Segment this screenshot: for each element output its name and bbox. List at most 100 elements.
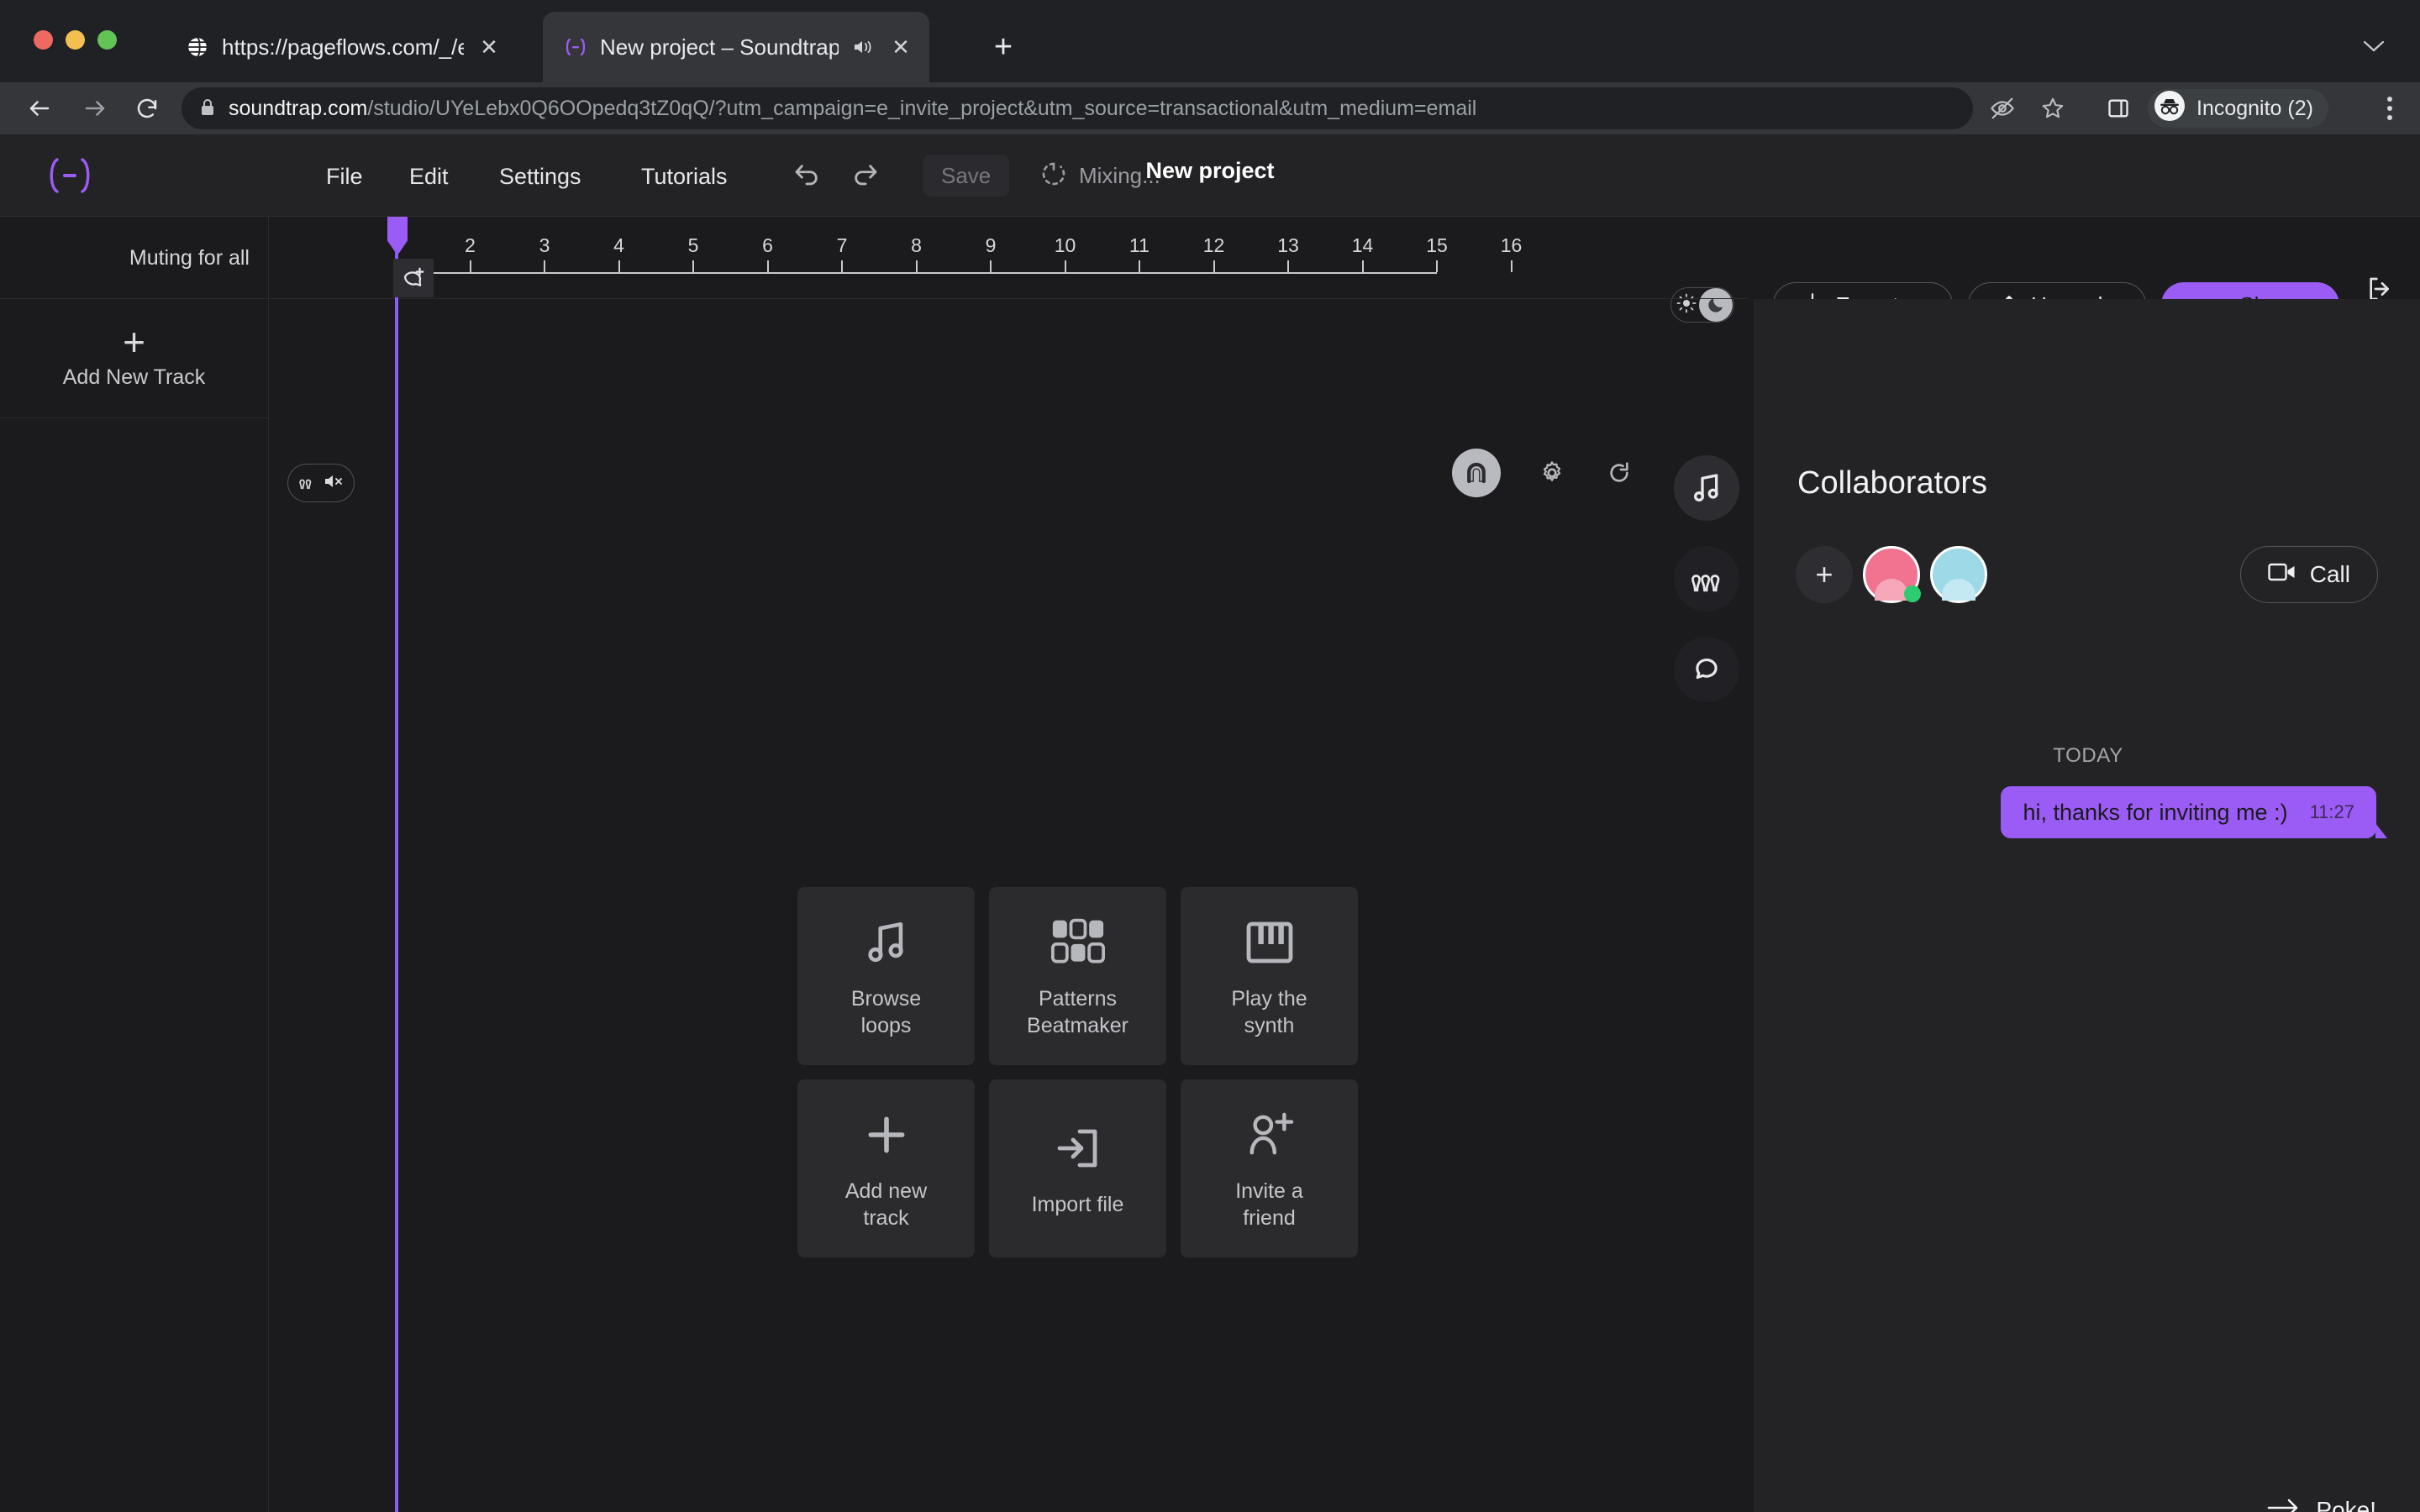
tile-browse-loops[interactable]: Browse loops	[797, 887, 975, 1065]
url-host: soundtrap.com	[229, 96, 368, 120]
maximize-window-button[interactable]	[97, 30, 117, 50]
ruler-number: 8	[911, 234, 922, 256]
tab-strip: https://pageflows.com/_/emails ✕ New pro…	[0, 0, 2420, 82]
tile-label: Patterns Beatmaker	[1027, 986, 1128, 1038]
mixing-label: Mixing...	[1079, 162, 1160, 188]
add-collaborator-button[interactable]: +	[1796, 546, 1853, 603]
add-new-track-label: Add New Track	[62, 365, 206, 389]
avatar-head	[1949, 555, 1969, 575]
muting-for-all-label: Muting for all	[0, 217, 269, 299]
ruler-number: 5	[687, 234, 699, 256]
loop-icon[interactable]	[1595, 449, 1644, 497]
avatar[interactable]	[1930, 546, 1987, 603]
ruler-number: 11	[1129, 234, 1150, 256]
ruler-number: 9	[985, 234, 997, 256]
tile-label: Browse loops	[850, 986, 922, 1038]
avatar[interactable]	[1863, 546, 1921, 603]
gear-icon[interactable]	[1528, 449, 1576, 497]
ruler-tick	[1213, 260, 1215, 272]
tile-label: Import file	[1031, 1192, 1124, 1216]
right-icon-rail	[1674, 299, 1766, 1512]
rail-loops-button[interactable]	[1674, 455, 1739, 521]
avatar-head	[1881, 555, 1902, 575]
menu-file[interactable]: File	[326, 158, 363, 195]
poke-label: Poke!	[2316, 1497, 2376, 1512]
add-comment-marker-button[interactable]	[393, 259, 434, 297]
ruler-number: 10	[1054, 234, 1076, 256]
soundtrap-icon	[563, 34, 588, 60]
speaker-icon[interactable]	[850, 34, 876, 60]
tile-add-new-track[interactable]: Add new track	[797, 1079, 975, 1257]
undo-icon[interactable]	[786, 155, 828, 197]
chevron-down-icon[interactable]	[2353, 25, 2395, 67]
people-icon	[297, 472, 319, 495]
mixing-status: Mixing...	[1040, 155, 1160, 197]
playhead-line	[395, 250, 398, 1512]
tile-patterns-beatmaker[interactable]: Patterns Beatmaker	[989, 887, 1166, 1065]
poke-button[interactable]: Poke!	[2267, 1488, 2376, 1512]
ruler-baseline	[395, 272, 1437, 274]
ruler-number: 13	[1277, 234, 1299, 256]
new-tab-button[interactable]: +	[981, 25, 1025, 69]
ruler-tick	[1064, 260, 1066, 272]
ruler-tick	[766, 260, 769, 272]
timeline-ruler[interactable]: 2 3 4 5 6 7 8 9 10 11 12 13 14 15 16	[395, 217, 1748, 299]
back-icon[interactable]	[18, 87, 60, 129]
rail-collaborators-button[interactable]	[1674, 546, 1739, 612]
close-icon[interactable]: ✕	[476, 34, 502, 60]
browser-toolbar: soundtrap.com/studio/UYeLebx0Q6OOpedq3tZ…	[0, 82, 2420, 134]
close-window-button[interactable]	[34, 30, 53, 50]
tile-invite-a-friend[interactable]: Invite a friend	[1181, 1079, 1358, 1257]
browser-menu-icon[interactable]	[2375, 89, 2405, 128]
tile-play-the-synth[interactable]: Play the synth	[1181, 887, 1358, 1065]
ruler-number: 3	[539, 234, 550, 256]
ruler-number: 4	[613, 234, 624, 256]
snap-to-grid-button[interactable]	[1452, 449, 1501, 497]
music-note-icon	[862, 913, 911, 972]
tile-import-file[interactable]: Import file	[989, 1079, 1166, 1257]
add-new-track-button[interactable]: + Add New Track	[0, 299, 268, 417]
ruler-tick	[692, 260, 694, 272]
avatar-body	[1942, 579, 1975, 601]
address-bar[interactable]: soundtrap.com/studio/UYeLebx0Q6OOpedq3tZ…	[182, 87, 1973, 129]
forward-icon[interactable]	[74, 87, 116, 129]
online-status-dot	[1904, 585, 1921, 602]
profile-incognito-chip[interactable]: Incognito (2)	[2148, 89, 2328, 128]
soundtrap-logo-icon[interactable]	[40, 156, 99, 195]
import-arrow-icon	[1055, 1119, 1102, 1178]
call-button[interactable]: Call	[2239, 546, 2378, 603]
collaborators-panel: Collaborators + Call TODAY hi, thanks fo…	[1754, 299, 2420, 1512]
divider	[0, 417, 268, 418]
close-icon[interactable]: ✕	[887, 34, 914, 60]
divider	[0, 298, 1748, 299]
mute-icon	[323, 472, 345, 495]
browser-tab-pageflows[interactable]: https://pageflows.com/_/emails ✕	[165, 12, 518, 82]
ruler-number: 14	[1351, 234, 1374, 256]
redo-icon[interactable]	[844, 155, 886, 197]
bookmark-star-icon[interactable]	[2033, 89, 2072, 128]
menu-edit[interactable]: Edit	[409, 158, 449, 195]
eye-off-icon[interactable]	[1983, 89, 2022, 128]
window-traffic-lights	[34, 30, 117, 50]
quick-action-tiles: Browse loops Patterns Beatmaker Play the…	[797, 887, 1358, 1257]
menu-settings[interactable]: Settings	[499, 158, 581, 195]
side-panel-icon[interactable]	[2099, 89, 2138, 128]
mute-all-button[interactable]	[287, 464, 355, 502]
menu-tutorials[interactable]: Tutorials	[641, 158, 728, 195]
collaborator-avatars: +	[1796, 546, 1987, 603]
tab-title: New project – Soundtrap	[600, 34, 839, 60]
ruler-number: 15	[1426, 234, 1448, 256]
rail-chat-button[interactable]	[1674, 637, 1739, 702]
profile-label: Incognito (2)	[2196, 96, 2313, 120]
minimize-window-button[interactable]	[66, 30, 85, 50]
arrow-right-icon	[2267, 1497, 2301, 1512]
browser-tab-soundtrap[interactable]: New project – Soundtrap ✕	[543, 12, 929, 82]
grid-pads-icon	[1050, 913, 1105, 972]
soundtrap-app: File Edit Settings Tutorials Save Mixing…	[0, 134, 2420, 1512]
piano-keys-icon	[1246, 913, 1293, 972]
reload-icon[interactable]	[126, 87, 168, 129]
tile-label: Play the synth	[1231, 986, 1307, 1038]
mixing-spinner-icon	[1040, 160, 1067, 192]
save-button[interactable]: Save	[923, 155, 1010, 197]
ruler-number: 16	[1500, 234, 1523, 256]
